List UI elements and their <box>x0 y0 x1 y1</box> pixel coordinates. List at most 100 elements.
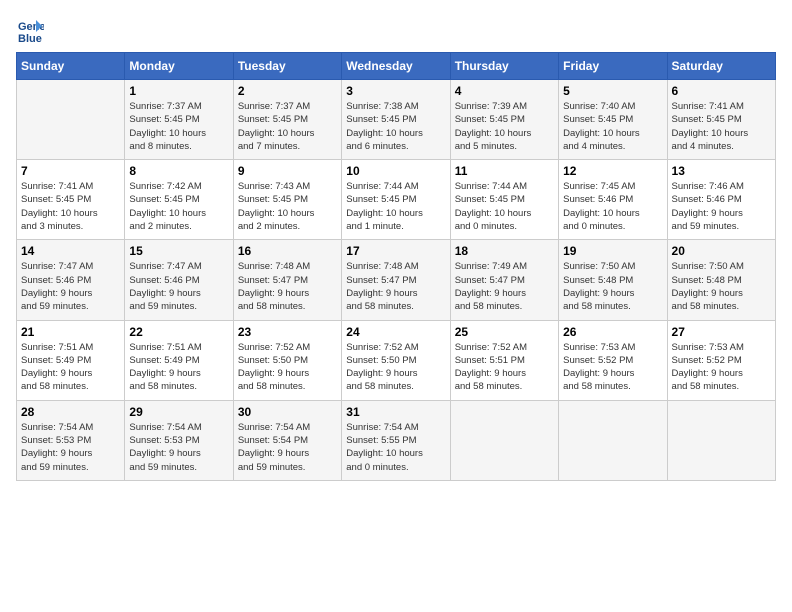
calendar-cell: 18Sunrise: 7:49 AM Sunset: 5:47 PM Dayli… <box>450 240 558 320</box>
column-header-tuesday: Tuesday <box>233 53 341 80</box>
calendar-cell: 12 Sunrise: 7:45 AM Sunset: 5:46 PM Dayli… <box>559 160 667 240</box>
calendar-cell: 9 Sunrise: 7:43 AM Sunset: 5:45 PM Daylig… <box>233 160 341 240</box>
day-number: 12 <box>563 164 662 178</box>
day-number: 8 <box>129 164 228 178</box>
week-row-2: 7 Sunrise: 7:41 AM Sunset: 5:45 PM Daylig… <box>17 160 776 240</box>
day-info: Sunrise: 7:42 AM Sunset: 5:45 PM Dayligh… <box>129 180 228 233</box>
day-info: Sunrise: 7:50 AM Sunset: 5:48 PM Dayligh… <box>672 260 771 313</box>
day-info: Sunrise: 7:44 AM Sunset: 5:45 PM Dayligh… <box>455 180 554 233</box>
calendar-cell: 24Sunrise: 7:52 AM Sunset: 5:50 PM Dayli… <box>342 320 450 400</box>
day-info: Sunrise: 7:37 AM Sunset: 5:45 PM Dayligh… <box>129 100 228 153</box>
column-header-saturday: Saturday <box>667 53 775 80</box>
day-info: Sunrise: 7:54 AM Sunset: 5:53 PM Dayligh… <box>129 421 228 474</box>
day-number: 3 <box>346 84 445 98</box>
day-info: Sunrise: 7:54 AM Sunset: 5:53 PM Dayligh… <box>21 421 120 474</box>
column-headers: SundayMondayTuesdayWednesdayThursdayFrid… <box>17 53 776 80</box>
calendar-cell: 2 Sunrise: 7:37 AM Sunset: 5:45 PM Daylig… <box>233 80 341 160</box>
calendar-cell: 16 Sunrise: 7:48 AM Sunset: 5:47 PM Dayli… <box>233 240 341 320</box>
day-number: 28 <box>21 405 120 419</box>
calendar-cell: 20 Sunrise: 7:50 AM Sunset: 5:48 PM Dayli… <box>667 240 775 320</box>
day-number: 6 <box>672 84 771 98</box>
day-info: Sunrise: 7:41 AM Sunset: 5:45 PM Dayligh… <box>672 100 771 153</box>
calendar-cell: 28 Sunrise: 7:54 AM Sunset: 5:53 PM Dayli… <box>17 400 125 480</box>
calendar-cell: 14Sunrise: 7:47 AM Sunset: 5:46 PM Dayli… <box>17 240 125 320</box>
calendar-cell: 26 Sunrise: 7:53 AM Sunset: 5:52 PM Dayli… <box>559 320 667 400</box>
day-info: Sunrise: 7:52 AM Sunset: 5:50 PM Dayligh… <box>238 341 337 394</box>
column-header-wednesday: Wednesday <box>342 53 450 80</box>
week-row-1: 1 Sunrise: 7:37 AM Sunset: 5:45 PM Daylig… <box>17 80 776 160</box>
day-number: 7 <box>21 164 120 178</box>
week-row-4: 21Sunrise: 7:51 AM Sunset: 5:49 PM Dayli… <box>17 320 776 400</box>
svg-text:Blue: Blue <box>18 33 42 44</box>
day-info: Sunrise: 7:54 AM Sunset: 5:55 PM Dayligh… <box>346 421 445 474</box>
day-info: Sunrise: 7:41 AM Sunset: 5:45 PM Dayligh… <box>21 180 120 233</box>
calendar-cell: 22 Sunrise: 7:51 AM Sunset: 5:49 PM Dayli… <box>125 320 233 400</box>
day-number: 29 <box>129 405 228 419</box>
day-info: Sunrise: 7:51 AM Sunset: 5:49 PM Dayligh… <box>129 341 228 394</box>
calendar-cell: 5 Sunrise: 7:40 AM Sunset: 5:45 PM Daylig… <box>559 80 667 160</box>
calendar-cell <box>17 80 125 160</box>
calendar-cell: 27Sunrise: 7:53 AM Sunset: 5:52 PM Dayli… <box>667 320 775 400</box>
column-header-monday: Monday <box>125 53 233 80</box>
calendar-cell: 17Sunrise: 7:48 AM Sunset: 5:47 PM Dayli… <box>342 240 450 320</box>
day-number: 31 <box>346 405 445 419</box>
day-number: 1 <box>129 84 228 98</box>
logo-icon: General Blue <box>16 16 44 44</box>
day-number: 24 <box>346 325 445 339</box>
day-number: 20 <box>672 244 771 258</box>
calendar-cell: 10 Sunrise: 7:44 AM Sunset: 5:45 PM Dayli… <box>342 160 450 240</box>
column-header-sunday: Sunday <box>17 53 125 80</box>
day-number: 22 <box>129 325 228 339</box>
calendar-cell: 13Sunrise: 7:46 AM Sunset: 5:46 PM Dayli… <box>667 160 775 240</box>
week-row-5: 28 Sunrise: 7:54 AM Sunset: 5:53 PM Dayli… <box>17 400 776 480</box>
calendar-cell <box>559 400 667 480</box>
calendar-table: SundayMondayTuesdayWednesdayThursdayFrid… <box>16 52 776 481</box>
calendar-cell: 3 Sunrise: 7:38 AM Sunset: 5:45 PM Daylig… <box>342 80 450 160</box>
day-number: 16 <box>238 244 337 258</box>
calendar-cell: 25Sunrise: 7:52 AM Sunset: 5:51 PM Dayli… <box>450 320 558 400</box>
calendar-cell: 21Sunrise: 7:51 AM Sunset: 5:49 PM Dayli… <box>17 320 125 400</box>
day-info: Sunrise: 7:48 AM Sunset: 5:47 PM Dayligh… <box>238 260 337 313</box>
day-number: 23 <box>238 325 337 339</box>
day-number: 26 <box>563 325 662 339</box>
day-info: Sunrise: 7:46 AM Sunset: 5:46 PM Dayligh… <box>672 180 771 233</box>
calendar-cell: 11 Sunrise: 7:44 AM Sunset: 5:45 PM Dayli… <box>450 160 558 240</box>
day-info: Sunrise: 7:51 AM Sunset: 5:49 PM Dayligh… <box>21 341 120 394</box>
day-number: 14 <box>21 244 120 258</box>
calendar-body: 1 Sunrise: 7:37 AM Sunset: 5:45 PM Daylig… <box>17 80 776 481</box>
day-number: 17 <box>346 244 445 258</box>
day-info: Sunrise: 7:39 AM Sunset: 5:45 PM Dayligh… <box>455 100 554 153</box>
week-row-3: 14Sunrise: 7:47 AM Sunset: 5:46 PM Dayli… <box>17 240 776 320</box>
day-info: Sunrise: 7:37 AM Sunset: 5:45 PM Dayligh… <box>238 100 337 153</box>
day-number: 10 <box>346 164 445 178</box>
calendar-cell: 8 Sunrise: 7:42 AM Sunset: 5:45 PM Daylig… <box>125 160 233 240</box>
calendar-cell: 31 Sunrise: 7:54 AM Sunset: 5:55 PM Dayli… <box>342 400 450 480</box>
calendar-cell: 15Sunrise: 7:47 AM Sunset: 5:46 PM Dayli… <box>125 240 233 320</box>
day-info: Sunrise: 7:40 AM Sunset: 5:45 PM Dayligh… <box>563 100 662 153</box>
day-number: 27 <box>672 325 771 339</box>
calendar-cell: 29 Sunrise: 7:54 AM Sunset: 5:53 PM Dayli… <box>125 400 233 480</box>
day-number: 19 <box>563 244 662 258</box>
day-info: Sunrise: 7:54 AM Sunset: 5:54 PM Dayligh… <box>238 421 337 474</box>
day-info: Sunrise: 7:53 AM Sunset: 5:52 PM Dayligh… <box>563 341 662 394</box>
day-info: Sunrise: 7:43 AM Sunset: 5:45 PM Dayligh… <box>238 180 337 233</box>
day-number: 11 <box>455 164 554 178</box>
day-number: 30 <box>238 405 337 419</box>
day-info: Sunrise: 7:38 AM Sunset: 5:45 PM Dayligh… <box>346 100 445 153</box>
calendar-cell: 19 Sunrise: 7:50 AM Sunset: 5:48 PM Dayli… <box>559 240 667 320</box>
day-number: 18 <box>455 244 554 258</box>
day-number: 9 <box>238 164 337 178</box>
header: General Blue <box>16 16 776 44</box>
day-number: 5 <box>563 84 662 98</box>
day-number: 4 <box>455 84 554 98</box>
day-number: 15 <box>129 244 228 258</box>
calendar-cell: 1 Sunrise: 7:37 AM Sunset: 5:45 PM Daylig… <box>125 80 233 160</box>
calendar-cell <box>450 400 558 480</box>
day-info: Sunrise: 7:44 AM Sunset: 5:45 PM Dayligh… <box>346 180 445 233</box>
day-number: 2 <box>238 84 337 98</box>
day-info: Sunrise: 7:50 AM Sunset: 5:48 PM Dayligh… <box>563 260 662 313</box>
day-info: Sunrise: 7:45 AM Sunset: 5:46 PM Dayligh… <box>563 180 662 233</box>
column-header-friday: Friday <box>559 53 667 80</box>
calendar-cell: 6 Sunrise: 7:41 AM Sunset: 5:45 PM Daylig… <box>667 80 775 160</box>
calendar-cell: 23 Sunrise: 7:52 AM Sunset: 5:50 PM Dayli… <box>233 320 341 400</box>
